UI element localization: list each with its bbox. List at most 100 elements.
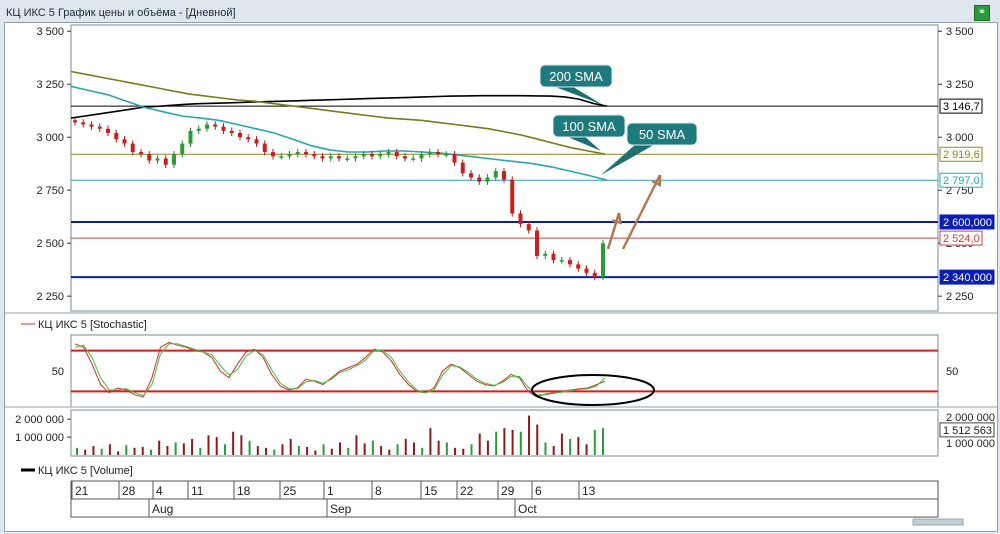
- candle-body: [295, 152, 300, 155]
- candle-body: [427, 152, 432, 155]
- x-tick-label: 8: [375, 484, 382, 498]
- candle-body: [378, 154, 383, 157]
- x-tick-label: 25: [283, 484, 297, 498]
- candle-body: [188, 130, 193, 144]
- candle-body: [73, 120, 77, 123]
- ytick-label-left: 2 250: [36, 291, 64, 303]
- candle-body: [559, 260, 564, 262]
- stochastic-legend: КЦ ИКС 5 [Stochastic]: [38, 319, 147, 331]
- candle-body: [469, 173, 473, 178]
- x-tick-label: 6: [535, 484, 542, 498]
- x-tick-label: 18: [237, 484, 251, 498]
- link-icon[interactable]: ⚭: [974, 5, 990, 21]
- candle-body: [477, 177, 482, 182]
- ytick-label-left: 2 750: [36, 185, 64, 197]
- ytick-label-right: 3 250: [946, 79, 974, 91]
- x-tick-label: 11: [191, 484, 204, 498]
- callout-pointer: [601, 143, 657, 175]
- ytick-label-left: 2 500: [36, 238, 64, 250]
- candle-body: [229, 130, 234, 133]
- candle-body: [576, 264, 581, 269]
- candle-body: [254, 139, 259, 144]
- moving-average-line: [70, 94, 608, 119]
- candle-body: [304, 152, 308, 155]
- candle-body: [122, 139, 127, 144]
- window-titlebar: КЦ ИКС 5 График цены и объёма - [Дневной…: [4, 4, 994, 22]
- candle-body: [221, 126, 226, 131]
- candle-body: [163, 158, 168, 165]
- x-tick-label: 21: [75, 484, 89, 498]
- candle-body: [320, 156, 325, 159]
- candle-body: [106, 128, 110, 133]
- x-tick-label: 28: [122, 484, 136, 498]
- candle-body: [279, 156, 284, 158]
- candle-body: [353, 156, 358, 159]
- candle-body: [485, 177, 490, 182]
- callout-pointer: [550, 85, 603, 105]
- candle-body: [403, 156, 407, 159]
- ytick-label-left: 2 000 000: [15, 414, 64, 426]
- volume-legend: КЦ ИКС 5 [Volume]: [38, 465, 133, 477]
- candle-body: [345, 158, 350, 160]
- candle-body: [526, 224, 531, 231]
- ytick-label-right: 50: [946, 366, 958, 378]
- candle-body: [337, 156, 341, 159]
- last-value-label: 1 512 563: [943, 425, 992, 437]
- chart-panel: 2 2502 2502 5002 5002 7502 7503 0003 000…: [4, 22, 998, 532]
- candle-body: [361, 154, 366, 157]
- candle-body: [493, 171, 498, 178]
- candle-body: [510, 179, 515, 214]
- candle-body: [172, 154, 176, 165]
- ytick-label-left: 3 500: [36, 26, 64, 38]
- candle-body: [328, 156, 333, 159]
- month-label: Sep: [330, 502, 352, 516]
- candle-body: [551, 253, 556, 261]
- candle-body: [460, 162, 465, 174]
- ytick-label-right: 3 000: [946, 132, 974, 144]
- candle-body: [518, 213, 523, 225]
- x-tick-label: 22: [460, 484, 474, 498]
- ytick-label-left: 50: [52, 366, 64, 378]
- ytick-label-left: 1 000 000: [15, 432, 64, 444]
- level-label: 2 797,0: [943, 175, 980, 187]
- ytick-label-left: 3 250: [36, 79, 64, 91]
- candle-body: [502, 171, 506, 180]
- x-tick-label: 4: [156, 484, 163, 498]
- candle-body: [147, 154, 152, 161]
- candle-body: [97, 126, 102, 129]
- candle-body: [584, 268, 589, 273]
- ytick-label-right: 2 250: [946, 291, 974, 303]
- ytick-label-left: 3 000: [36, 132, 64, 144]
- candle-body: [238, 132, 242, 138]
- chart-window: КЦ ИКС 5 График цены и объёма - [Дневной…: [0, 0, 1000, 534]
- candle-body: [444, 154, 449, 156]
- level-label: 2 524,0: [943, 233, 980, 245]
- candle-body: [139, 152, 143, 155]
- moving-average-line: [70, 70, 606, 155]
- candle-body: [287, 154, 292, 157]
- candle-body: [452, 154, 457, 163]
- candle-body: [592, 272, 597, 278]
- scroll-thumb: [912, 518, 964, 526]
- level-label: 3 146,7: [943, 101, 980, 113]
- chart-svg: 2 2502 2502 5002 5002 7502 7503 0003 000…: [5, 24, 997, 526]
- month-label: Aug: [152, 502, 173, 516]
- ytick-label-right: 3 500: [946, 26, 974, 38]
- candle-body: [543, 253, 548, 256]
- x-tick-label: 15: [424, 484, 438, 498]
- candle-body: [601, 243, 605, 278]
- candle-body: [262, 143, 267, 153]
- candle-body: [213, 124, 218, 127]
- callout-label: 50 SMA: [639, 127, 686, 142]
- level-label: 2 919,6: [943, 149, 980, 161]
- candle-body: [180, 143, 185, 155]
- x-tick-label: 1: [327, 484, 334, 498]
- highlight-ellipse: [531, 374, 655, 406]
- candle-body: [411, 158, 416, 160]
- x-tick-label: 29: [501, 484, 515, 498]
- candle-body: [196, 128, 201, 131]
- candle-body: [386, 152, 391, 155]
- level-label: 2 600,000: [943, 217, 992, 229]
- candle-body: [370, 154, 374, 157]
- candle-body: [114, 132, 119, 140]
